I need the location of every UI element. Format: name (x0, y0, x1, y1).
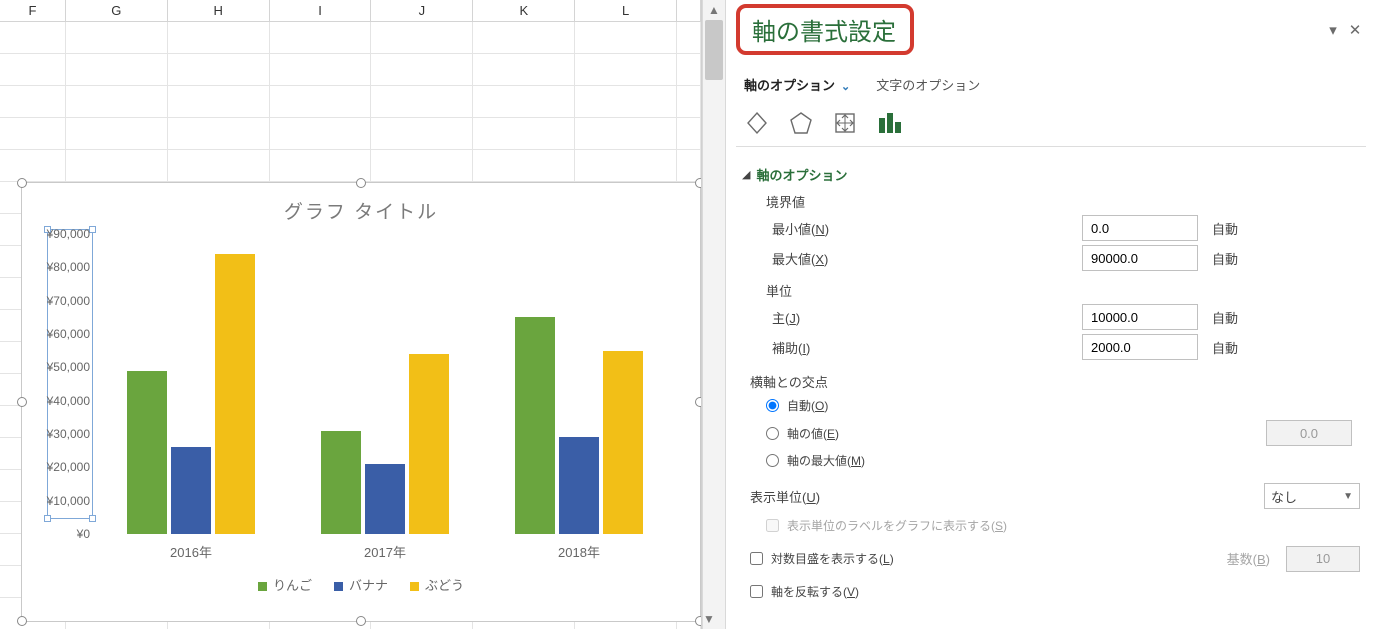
section-axis-options-header[interactable]: ◢ 軸のオプション (742, 165, 1360, 184)
bar-りんご[interactable] (127, 371, 167, 534)
cross-value-radio[interactable] (766, 427, 779, 440)
minor-unit-label: 補助(I) (742, 338, 1082, 357)
chart-plot-area[interactable]: ¥90,000¥80,000¥70,000¥60,000¥50,000¥40,0… (94, 234, 676, 534)
major-unit-label: 主(J) (742, 308, 1082, 327)
y-axis-tick: ¥30,000 (42, 427, 90, 441)
axis-options-icon[interactable] (876, 110, 904, 136)
column-header[interactable]: G (66, 0, 168, 22)
max-auto-label: 自動 (1212, 249, 1260, 268)
units-label: 単位 (766, 281, 1360, 300)
min-auto-label: 自動 (1212, 219, 1260, 238)
bar-ぶどう[interactable] (603, 351, 643, 534)
show-display-unit-label: 表示単位のラベルをグラフに表示する(S) (787, 517, 1007, 534)
y-axis-tick: ¥50,000 (42, 360, 90, 374)
column-headers: FGHIJKL (0, 0, 701, 22)
x-axis-label: 2017年 (288, 542, 482, 561)
display-units-label: 表示単位(U) (742, 487, 1264, 506)
log-scale-label: 対数目盛を表示する(L) (771, 550, 894, 567)
max-input[interactable] (1082, 245, 1198, 271)
bar-りんご[interactable] (515, 317, 555, 534)
bar-ぶどう[interactable] (215, 254, 255, 534)
max-label: 最大値(X) (742, 249, 1082, 268)
reverse-axis-label: 軸を反転する(V) (771, 583, 859, 600)
fill-line-icon[interactable] (744, 110, 770, 136)
cross-value-input (1266, 420, 1352, 446)
y-axis-tick: ¥80,000 (42, 260, 90, 274)
bar-バナナ[interactable] (365, 464, 405, 534)
legend-item[interactable]: ぶどう (410, 575, 464, 594)
y-axis-tick: ¥70,000 (42, 294, 90, 308)
close-icon[interactable]: ✕ (1344, 21, 1366, 39)
cross-max-radio[interactable] (766, 454, 779, 467)
bar-バナナ[interactable] (171, 447, 211, 534)
bar-りんご[interactable] (321, 431, 361, 534)
min-label: 最小値(N) (742, 219, 1082, 238)
y-axis-tick: ¥0 (42, 527, 90, 541)
y-axis-tick: ¥40,000 (42, 394, 90, 408)
pane-options-dropdown[interactable]: ▾ (1322, 21, 1344, 39)
cross-label: 横軸との交点 (750, 372, 1360, 391)
major-unit-input[interactable] (1082, 304, 1198, 330)
worksheet-area[interactable]: FGHIJKL グラフ タイトル (0, 0, 702, 629)
x-axis-label: 2016年 (94, 542, 288, 561)
scroll-up-icon[interactable]: ▲ (703, 0, 725, 20)
column-header[interactable]: K (473, 0, 575, 22)
bounds-label: 境界値 (766, 192, 1360, 211)
legend-item[interactable]: バナナ (334, 575, 388, 594)
x-axis-label: 2018年 (482, 542, 676, 561)
cross-auto-label: 自動(O) (787, 397, 828, 414)
base-input (1286, 546, 1360, 572)
y-axis-tick: ¥20,000 (42, 460, 90, 474)
column-header[interactable]: L (575, 0, 677, 22)
format-axis-pane: 軸の書式設定 ▾ ✕ 軸のオプション⌄ 文字のオプション (726, 0, 1376, 629)
base-label: 基数(B) (1160, 549, 1286, 568)
min-input[interactable] (1082, 215, 1198, 241)
size-properties-icon[interactable] (832, 110, 858, 136)
chart-legend[interactable]: りんご バナナ ぶどう (22, 575, 700, 594)
chart-object[interactable]: グラフ タイトル ¥90,000¥80,000¥70,000¥60,000¥50… (21, 182, 701, 622)
effects-icon[interactable] (788, 110, 814, 136)
cross-value-label: 軸の値(E) (787, 425, 1266, 442)
cross-max-label: 軸の最大値(M) (787, 452, 865, 469)
y-axis-tick: ¥90,000 (42, 227, 90, 241)
bar-バナナ[interactable] (559, 437, 599, 534)
column-header[interactable]: F (0, 0, 66, 22)
pane-title: 軸の書式設定 (752, 12, 896, 47)
column-header[interactable]: I (270, 0, 372, 22)
cross-auto-radio[interactable] (766, 399, 779, 412)
reverse-axis-checkbox[interactable] (750, 585, 763, 598)
chevron-down-icon: ▼ (1343, 491, 1353, 502)
scroll-down-icon[interactable]: ▼ (703, 609, 715, 629)
show-display-unit-checkbox (766, 519, 779, 532)
scroll-thumb[interactable] (705, 20, 723, 80)
chart-title[interactable]: グラフ タイトル (22, 197, 700, 224)
display-units-combo[interactable]: なし▼ (1264, 483, 1360, 509)
vertical-scrollbar[interactable]: ▲ ▼ (702, 0, 726, 629)
legend-item[interactable]: りんご (258, 575, 312, 594)
minor-unit-input[interactable] (1082, 334, 1198, 360)
column-header[interactable]: J (371, 0, 473, 22)
bar-ぶどう[interactable] (409, 354, 449, 534)
log-scale-checkbox[interactable] (750, 552, 763, 565)
tab-text-options[interactable]: 文字のオプション (876, 75, 980, 94)
chevron-down-icon: ⌄ (841, 81, 850, 93)
column-header[interactable]: H (168, 0, 270, 22)
y-axis-tick: ¥60,000 (42, 327, 90, 341)
tab-axis-options[interactable]: 軸のオプション⌄ (744, 75, 850, 94)
y-axis-tick: ¥10,000 (42, 494, 90, 508)
